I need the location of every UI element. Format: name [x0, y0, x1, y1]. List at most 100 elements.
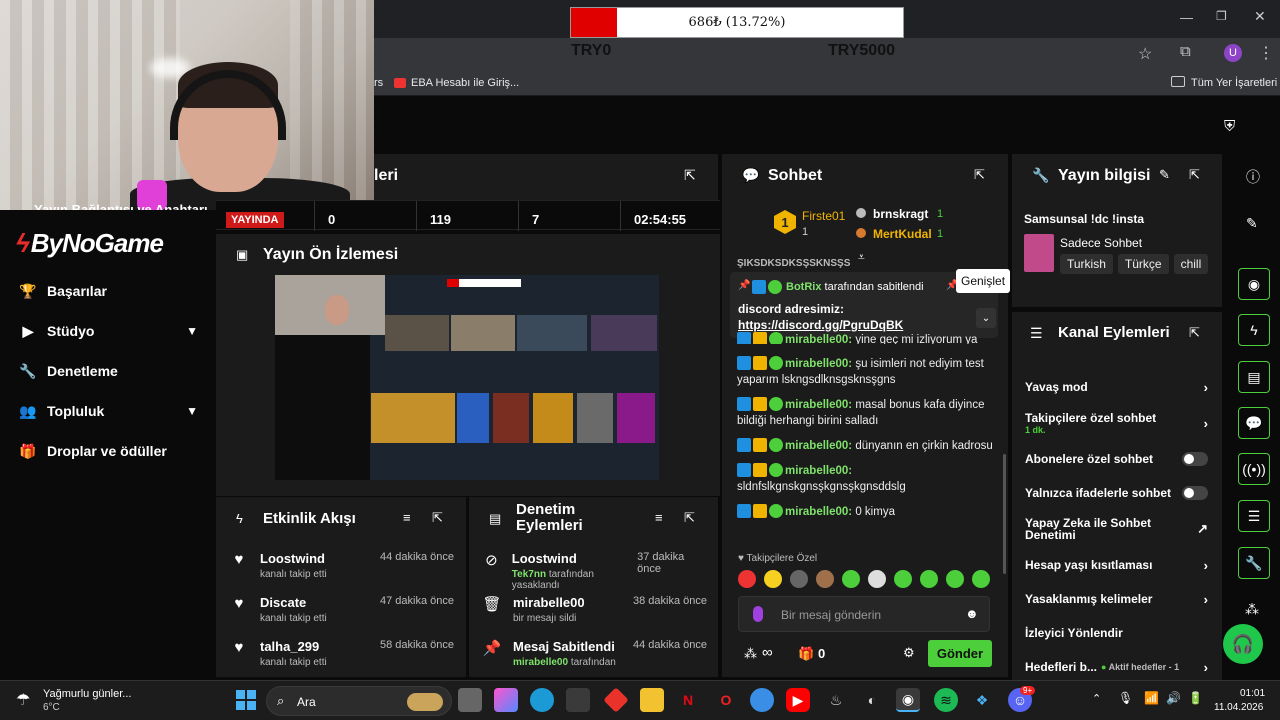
mod-user[interactable]: mirabelle00 [513, 595, 585, 610]
app-link-icon[interactable]: ❖ [970, 688, 994, 712]
mod-user[interactable]: Loostwind [512, 551, 637, 566]
chat-user[interactable]: mirabelle00 [785, 358, 848, 370]
clock-date[interactable]: 11.04.2026 [1214, 702, 1263, 713]
action-slow-mode[interactable]: Yavaş mod › [1012, 370, 1222, 404]
weather-title[interactable]: Yağmurlu günler... [43, 688, 131, 700]
stream-preview[interactable] [275, 275, 659, 492]
store-icon[interactable] [566, 688, 590, 712]
wrench-icon[interactable]: 🔧 [1238, 547, 1270, 579]
emote-icon[interactable] [842, 570, 860, 588]
maximize-icon[interactable]: ❐ [1216, 9, 1227, 23]
shield-icon[interactable]: ⛨ [1224, 118, 1235, 135]
bookmark-star-icon[interactable]: ☆ [1138, 44, 1152, 64]
activity-user[interactable]: Discate [260, 595, 327, 610]
camera-icon[interactable]: ◉ [1238, 268, 1270, 300]
popout-icon[interactable]: ⇱ [684, 167, 696, 184]
mod-actor[interactable]: Tek7nn [512, 569, 546, 580]
popout-icon[interactable]: ⇱ [684, 510, 695, 526]
battery-icon[interactable]: 🔋 [1188, 691, 1203, 705]
action-followers-only[interactable]: Takipçilere özel sohbet 1 dk. › [1012, 404, 1222, 442]
chat-user[interactable]: mirabelle00 [785, 399, 848, 411]
netflix-icon[interactable]: N [676, 688, 700, 712]
pinned-link[interactable]: https://discord.gg/PgruDqBK [738, 318, 903, 332]
emote-icon[interactable] [920, 570, 938, 588]
leader-2-name[interactable]: brnskragt [873, 207, 928, 221]
windows-start-icon[interactable] [236, 690, 256, 710]
list-icon[interactable]: ☰ [1238, 500, 1270, 532]
info-icon[interactable]: ⓘ [1246, 167, 1260, 187]
microphone-icon[interactable] [753, 606, 763, 622]
steam-icon[interactable]: ♨ [824, 688, 848, 712]
chat-user[interactable]: mirabelle00 [785, 465, 848, 477]
activity-user[interactable]: Loostwind [260, 551, 327, 566]
address-bar[interactable]: ☆ ⧉ U ⋮ [374, 38, 1280, 70]
microphone-icon[interactable]: 🎙 [1118, 691, 1133, 705]
bookmark-folder-all[interactable]: Tüm Yer İşaretleri [1191, 77, 1277, 89]
edit-icon[interactable]: ✎ [1159, 167, 1170, 183]
chat-icon[interactable]: 💬 [1238, 407, 1270, 439]
sidebar-item-droplar[interactable]: 🎁 Droplar ve ödüller [18, 439, 198, 463]
leader-3-name[interactable]: MertKudal [873, 227, 932, 241]
copilot-icon[interactable] [494, 688, 518, 712]
bookmark-eba[interactable]: EBA Hesabı ile Giriş... [411, 77, 519, 89]
chat-user[interactable]: mirabelle00 [785, 440, 848, 452]
chevron-down-icon[interactable]: ⌄ [976, 308, 996, 328]
clock-time[interactable]: 01:01 [1240, 688, 1265, 699]
emote-only-toggle[interactable] [1182, 486, 1208, 500]
document-icon[interactable]: ▤ [1238, 361, 1270, 393]
gift-icon[interactable]: 🎁 [798, 646, 814, 662]
popout-icon[interactable]: ⇱ [974, 167, 985, 183]
chrome-icon[interactable]: ◉ [896, 688, 920, 712]
bynogame-logo[interactable]: ϟByNoGame [16, 228, 164, 259]
emote-icon[interactable] [790, 570, 808, 588]
edge-icon[interactable] [530, 688, 554, 712]
sidebar-item-studyo[interactable]: ▶ Stüdyo ▼ [18, 319, 198, 343]
tray-chevron-icon[interactable]: ⌃ [1092, 692, 1101, 705]
bookmark-item[interactable]: rs [374, 77, 383, 89]
chat-scrollbar[interactable] [1003, 454, 1006, 574]
speaker-icon[interactable]: 🔊 [1166, 691, 1181, 705]
emoji-icon[interactable]: ☻ [965, 606, 979, 621]
action-ai-moderation[interactable]: Yapay Zeka ile Sohbet Denetimi ↗ [1012, 510, 1222, 548]
pinned-by-user[interactable]: BotRix [786, 281, 821, 293]
subs-only-toggle[interactable] [1182, 452, 1208, 466]
action-account-age[interactable]: Hesap yaşı kısıtlaması › [1012, 548, 1222, 582]
popout-icon[interactable]: ⇱ [432, 510, 443, 526]
wifi-icon[interactable]: 📶 [1144, 691, 1159, 705]
task-view-icon[interactable] [458, 688, 482, 712]
emote-icon[interactable] [946, 570, 964, 588]
emote-icon[interactable] [764, 570, 782, 588]
lightning-icon[interactable]: ϟ [1238, 314, 1270, 346]
collapse-leaderboard-icon[interactable]: ⩡ [858, 250, 865, 265]
popout-icon[interactable]: ⇱ [1189, 167, 1200, 183]
leader-1-name[interactable]: Firste01 [802, 209, 845, 223]
emote-icon[interactable] [816, 570, 834, 588]
emote-icon[interactable] [738, 570, 756, 588]
chat-input[interactable]: Bir mesaj gönderin ☻ [738, 596, 990, 632]
send-button[interactable]: Gönder [928, 640, 992, 667]
opera-icon[interactable]: O [714, 688, 738, 712]
broadcast-icon[interactable]: ((•)) [1238, 453, 1270, 485]
mod-actor[interactable]: mirabelle00 [513, 657, 568, 668]
taskbar-search[interactable]: ⌕ Ara [266, 686, 452, 716]
action-raid[interactable]: İzleyici Yönlendir [1012, 616, 1222, 650]
chat-user[interactable]: mirabelle00 [785, 506, 848, 518]
minimize-icon[interactable]: — [1180, 10, 1193, 25]
share-icon[interactable]: ⁂ [1245, 601, 1259, 618]
app-gray-icon[interactable]: ◐ [860, 688, 884, 712]
more-menu-icon[interactable]: ⋮ [1258, 43, 1274, 63]
chat-user[interactable]: mirabelle00: [785, 334, 852, 344]
edit-icon[interactable]: ✎ [1246, 215, 1258, 232]
filter-icon[interactable]: ≡ [655, 510, 663, 525]
sidebar-item-basarilar[interactable]: 🏆 Başarılar [18, 279, 198, 303]
extensions-icon[interactable]: ⧉ [1180, 43, 1191, 60]
support-headset-icon[interactable]: 🎧 [1223, 624, 1263, 664]
youtube-icon[interactable]: ▶ [786, 688, 810, 712]
action-banned-words[interactable]: Yasaklanmış kelimeler › [1012, 582, 1222, 616]
sidebar-item-denetleme[interactable]: 🔧 Denetleme [18, 359, 198, 383]
gear-icon[interactable]: ⚙ [903, 645, 915, 661]
filter-icon[interactable]: ≡ [403, 510, 411, 525]
profile-avatar[interactable]: U [1224, 44, 1242, 62]
file-explorer-icon[interactable] [640, 688, 664, 712]
activity-user[interactable]: talha_299 [260, 639, 327, 654]
